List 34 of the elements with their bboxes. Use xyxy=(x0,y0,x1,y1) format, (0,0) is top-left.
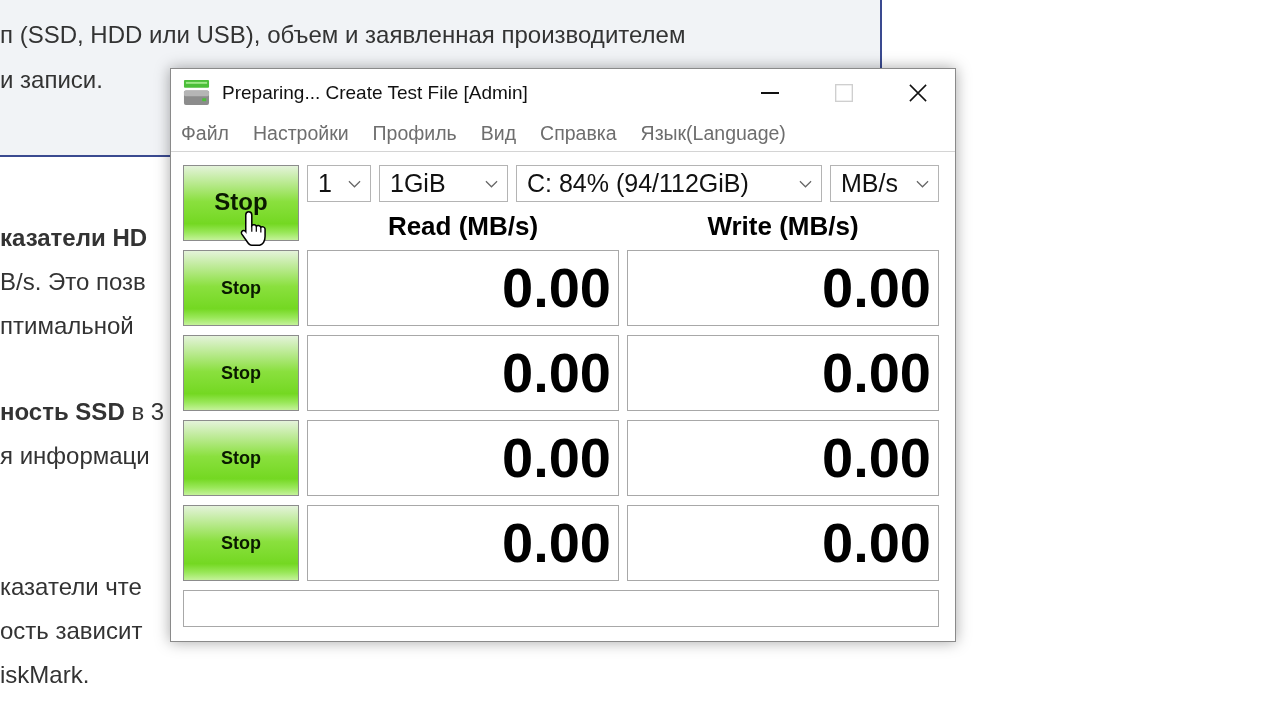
chevron-down-icon xyxy=(348,179,361,188)
minimize-icon xyxy=(761,91,779,94)
chevron-down-icon xyxy=(916,179,929,188)
read-value-cell: 0.00 xyxy=(307,505,619,581)
paragraph-text: казатели HD B/s. Это позв птимальной xyxy=(0,223,148,341)
paragraph-text: п (SSD, HDD или USB), объем и заявленная производителем xyxy=(0,20,686,50)
dropdown[interactable]: 1 xyxy=(307,165,371,202)
stop-button[interactable]: Stop xyxy=(183,505,299,581)
stop-button[interactable]: Stop xyxy=(183,420,299,496)
dropdown[interactable]: MB/s xyxy=(830,165,939,202)
write-value-cell: 0.00 xyxy=(627,250,939,326)
paragraph-text: и записи. xyxy=(0,65,103,95)
chevron-down-icon xyxy=(485,179,498,188)
write-value-cell: 0.00 xyxy=(627,335,939,411)
read-value-cell: 0.00 xyxy=(307,250,619,326)
column-header: Read (MB/s) xyxy=(387,211,539,241)
dropdown[interactable]: C: 84% (94/112GiB) xyxy=(516,165,822,202)
maximize-icon xyxy=(835,83,853,102)
comment-field[interactable] xyxy=(183,590,939,627)
dropdown[interactable]: 1GiB xyxy=(379,165,508,202)
write-value-cell: 0.00 xyxy=(627,505,939,581)
read-value-cell: 0.00 xyxy=(307,335,619,411)
close-icon xyxy=(909,83,927,102)
read-value-cell: 0.00 xyxy=(307,420,619,496)
chevron-down-icon xyxy=(799,179,812,188)
stop-button[interactable]: Stop xyxy=(183,165,299,241)
window-title: Preparing... Create Test File [Admin] xyxy=(222,81,528,104)
stop-button[interactable]: Stop xyxy=(183,335,299,411)
paragraph-text: ность SSD в 3 я информаци xyxy=(0,397,165,471)
paragraph-text: казатели чте ость зависит iskMark. xyxy=(0,572,143,690)
drive-icon xyxy=(183,79,210,106)
write-value-cell: 0.00 xyxy=(627,420,939,496)
column-header: Write (MB/s) xyxy=(707,211,859,241)
stop-button[interactable]: Stop xyxy=(183,250,299,326)
